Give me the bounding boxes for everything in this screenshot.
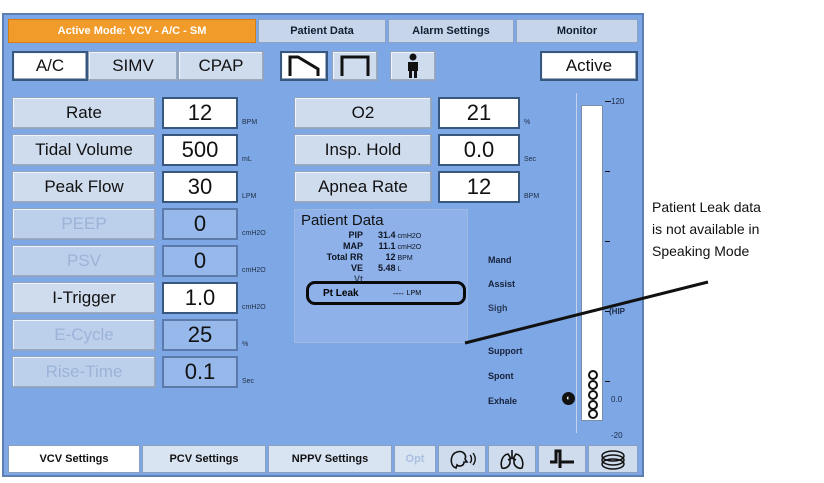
annotation-line-1: Patient Leak data [652, 199, 761, 215]
annotation-line-3: Speaking Mode [652, 243, 750, 259]
annotation-line-2: is not available in [652, 221, 760, 237]
annotation-text: Patient Leak data is not available in Sp… [652, 196, 761, 262]
